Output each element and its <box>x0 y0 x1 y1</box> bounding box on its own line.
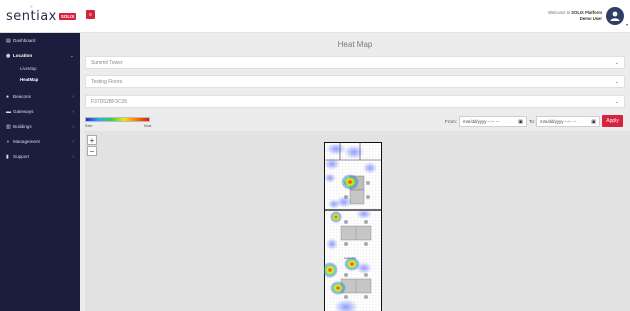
chevron-down-icon: ⌄ <box>69 52 74 59</box>
gateway-icon: ▬ <box>6 108 11 115</box>
chevron-down-icon: ⌄ <box>614 98 619 105</box>
sidebar-subitem-heatmap[interactable]: HeatMap <box>0 74 80 85</box>
platform-name: SOLIX Platform <box>571 10 602 15</box>
legend-high-label: Most <box>144 124 152 128</box>
calendar-icon[interactable]: ▣ <box>518 119 523 125</box>
logo-dots-icon: ⁘ <box>29 3 34 10</box>
caret-down-icon[interactable]: ▾ <box>626 22 628 27</box>
user-name: Demo User <box>579 16 602 21</box>
sidebar-item-label: Gateways <box>13 109 34 114</box>
beacon-icon: ● <box>6 93 10 100</box>
user-icon <box>610 11 620 21</box>
sidebar-item-label: Location <box>13 53 33 58</box>
from-date-input[interactable]: mm/dd/yyyy --:-- -- ▣ <box>459 116 527 127</box>
management-icon: ◑ <box>6 138 10 145</box>
chevron-right-icon: › <box>72 123 74 130</box>
building-select-value: Summit Tower <box>91 59 123 66</box>
to-label: To: <box>529 119 536 124</box>
zoom-in-button[interactable]: + <box>87 135 97 145</box>
location-icon: ◉ <box>6 52 11 59</box>
beacon-select[interactable]: F37D52BF3C05 ⌄ <box>85 95 625 108</box>
from-date-value: mm/dd/yyyy --:-- -- <box>463 119 499 124</box>
sidebar-item-label: Support <box>13 154 30 159</box>
sidebar-item-label: Management <box>13 139 40 144</box>
building-select[interactable]: Summit Tower ⌄ <box>85 56 625 69</box>
logo-wordmark: ⁘ sentiax <box>6 3 57 24</box>
heat-map-canvas[interactable]: + − <box>85 131 630 311</box>
welcome-prefix: Welcome to <box>548 10 571 15</box>
sidebar-item-management[interactable]: ◑ Management › <box>0 134 80 149</box>
avatar[interactable] <box>606 7 624 25</box>
to-date-value: mm/dd/yyyy --:-- -- <box>540 119 576 124</box>
building-icon: ▥ <box>6 123 11 130</box>
logo[interactable]: ⁘ sentiax SOLIX <box>0 0 80 33</box>
chevron-down-icon: ⌄ <box>614 78 619 85</box>
chevron-right-icon: › <box>72 108 74 115</box>
sidebar-item-label: Buildings <box>13 124 32 129</box>
page-title: Heat Map <box>337 40 373 49</box>
logo-badge: SOLIX <box>58 12 77 20</box>
sidebar-item-beacons[interactable]: ● Beacons › <box>0 89 80 104</box>
sidebar-item-dashboard[interactable]: ▤ Dashboard <box>0 33 80 48</box>
sidebar-nav: ▤ Dashboard ◉ Location ⌄ LiveMap HeatMap… <box>0 33 80 164</box>
chevron-right-icon: › <box>72 138 74 145</box>
calendar-icon[interactable]: ▣ <box>591 119 596 125</box>
floor-select[interactable]: Testing Floors ⌄ <box>85 75 625 88</box>
sidebar-item-gateways[interactable]: ▬ Gateways › <box>0 104 80 119</box>
legend-low-label: Rare <box>85 124 93 128</box>
floor-select-value: Testing Floors <box>91 78 123 85</box>
from-label: From: <box>445 119 457 124</box>
sidebar-item-location[interactable]: ◉ Location ⌄ <box>0 48 80 63</box>
chevron-right-icon: › <box>72 93 74 100</box>
sidebar-item-label: Dashboard <box>13 38 36 43</box>
chevron-right-icon: › <box>72 153 74 160</box>
welcome-message: Welcome to SOLIX Platform Demo User <box>548 10 602 22</box>
sidebar-item-support[interactable]: ▮ Support › <box>0 149 80 164</box>
support-icon: ▮ <box>6 153 9 160</box>
to-date-input[interactable]: mm/dd/yyyy --:-- -- ▣ <box>536 116 600 127</box>
heat-legend-gradient <box>85 117 150 122</box>
sidebar-subitem-livemap[interactable]: LiveMap <box>0 63 80 74</box>
hamburger-icon: ≡ <box>89 11 92 18</box>
chevron-down-icon: ⌄ <box>614 59 619 66</box>
menu-toggle-button[interactable]: ≡ <box>86 10 95 19</box>
apply-button[interactable]: Apply <box>602 115 623 127</box>
sidebar: ⁘ sentiax SOLIX ▤ Dashboard ◉ Location ⌄… <box>0 0 80 311</box>
beacon-select-value: F37D52BF3C05 <box>91 98 128 105</box>
floor-plan: Leadership <box>324 142 382 311</box>
zoom-out-button[interactable]: − <box>87 146 97 156</box>
top-bar: ≡ Welcome to SOLIX Platform Demo User ▾ <box>80 0 630 33</box>
dashboard-icon: ▤ <box>6 37 11 44</box>
sidebar-item-buildings[interactable]: ▥ Buildings › <box>0 119 80 134</box>
sidebar-item-label: Beacons <box>13 94 31 99</box>
